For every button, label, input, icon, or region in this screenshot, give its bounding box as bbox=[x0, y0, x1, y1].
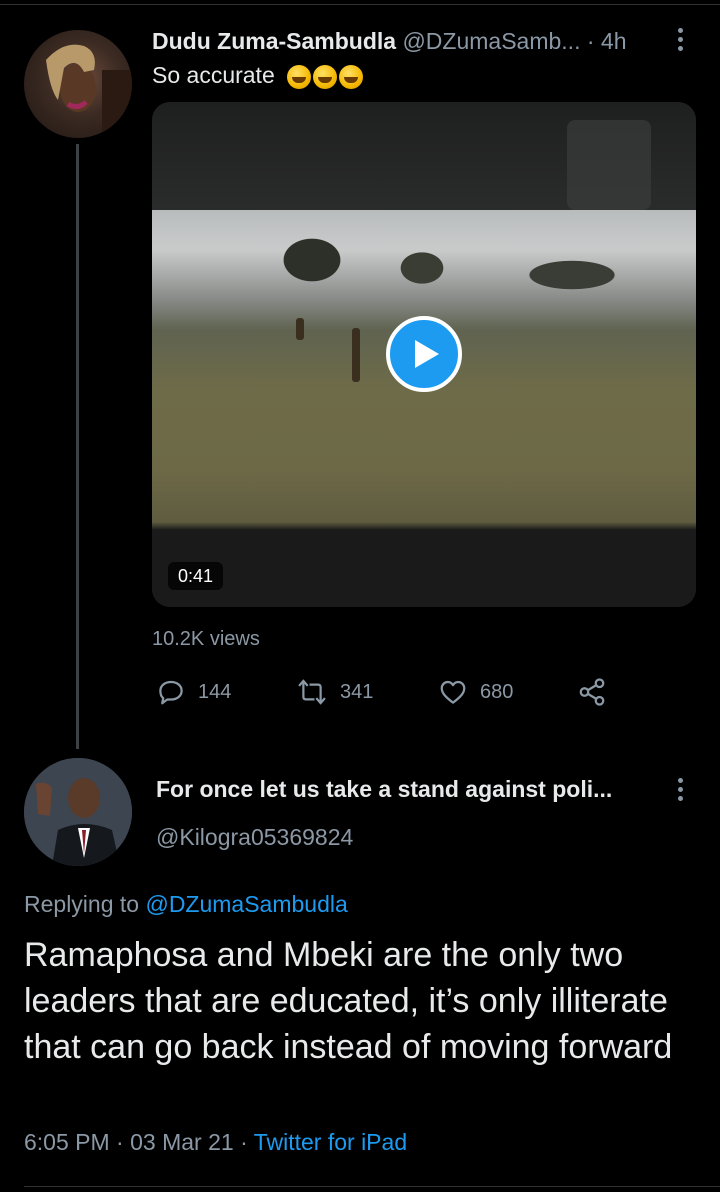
meta-separator: · bbox=[240, 1129, 248, 1155]
play-button[interactable] bbox=[386, 316, 462, 392]
more-vertical-icon[interactable] bbox=[668, 774, 692, 804]
video-figure bbox=[352, 328, 360, 382]
emoji-group bbox=[287, 64, 364, 89]
reply-icon bbox=[159, 680, 183, 705]
retweet-button[interactable]: 341 bbox=[296, 672, 373, 712]
more-vertical-icon[interactable] bbox=[668, 24, 692, 54]
avatar-image bbox=[46, 44, 132, 138]
replying-to-mention[interactable]: @DZumaSambudla bbox=[145, 891, 347, 917]
tweet-time: 6:05 PM bbox=[24, 1129, 110, 1155]
replying-to: Replying to @DZumaSambudla bbox=[24, 889, 348, 919]
tweet-text: So accurate bbox=[152, 60, 364, 90]
meta-separator: · bbox=[116, 1129, 124, 1155]
rofl-emoji-icon bbox=[287, 64, 312, 89]
avatar[interactable] bbox=[24, 30, 132, 138]
rofl-emoji-icon bbox=[339, 64, 364, 89]
share-button[interactable] bbox=[576, 672, 608, 712]
bottom-divider bbox=[24, 1186, 720, 1187]
separator: · bbox=[586, 28, 595, 54]
reply-user-handle[interactable]: @Kilogra05369824 bbox=[156, 822, 353, 852]
reply-tweet-text: Ramaphosa and Mbeki are the only two lea… bbox=[24, 936, 673, 1066]
video-duration-badge: 0:41 bbox=[168, 562, 224, 590]
thread-line bbox=[76, 144, 79, 749]
retweet-icon bbox=[298, 679, 326, 705]
video-trees bbox=[152, 230, 696, 300]
avatar-image bbox=[24, 758, 132, 866]
tweet-header: Dudu Zuma-Sambudla @DZumaSamb... · 4h bbox=[152, 26, 672, 56]
video-player[interactable] bbox=[152, 102, 696, 607]
play-icon bbox=[415, 340, 439, 368]
tweet-date: 03 Mar 21 bbox=[130, 1129, 234, 1155]
tweet-meta: 6:05 PM · 03 Mar 21 · Twitter for iPad bbox=[24, 1127, 407, 1157]
timestamp[interactable]: 4h bbox=[601, 28, 627, 54]
top-divider bbox=[0, 4, 720, 5]
avatar[interactable] bbox=[24, 758, 132, 866]
video-ghost-shape bbox=[567, 120, 651, 210]
user-handle[interactable]: @DZumaSamb... bbox=[402, 28, 580, 54]
like-button[interactable]: 680 bbox=[438, 672, 513, 712]
tweet-text-content: So accurate bbox=[152, 62, 275, 88]
rofl-emoji-icon bbox=[313, 64, 338, 89]
reply-display-name[interactable]: For once let us take a stand against pol… bbox=[156, 774, 656, 804]
view-count: 10.2K views bbox=[152, 628, 260, 650]
like-count: 680 bbox=[480, 680, 514, 703]
heart-icon bbox=[440, 680, 466, 704]
reply-count: 144 bbox=[198, 680, 232, 703]
video-figure bbox=[296, 318, 304, 340]
tweet-source-link[interactable]: Twitter for iPad bbox=[254, 1129, 407, 1155]
tweet-actions: 144 341 680 bbox=[152, 672, 622, 712]
display-name[interactable]: Dudu Zuma-Sambudla bbox=[152, 28, 396, 54]
reply-button[interactable]: 144 bbox=[156, 672, 231, 712]
replying-to-label: Replying to bbox=[24, 891, 140, 917]
share-icon bbox=[579, 678, 605, 706]
retweet-count: 341 bbox=[340, 680, 374, 703]
